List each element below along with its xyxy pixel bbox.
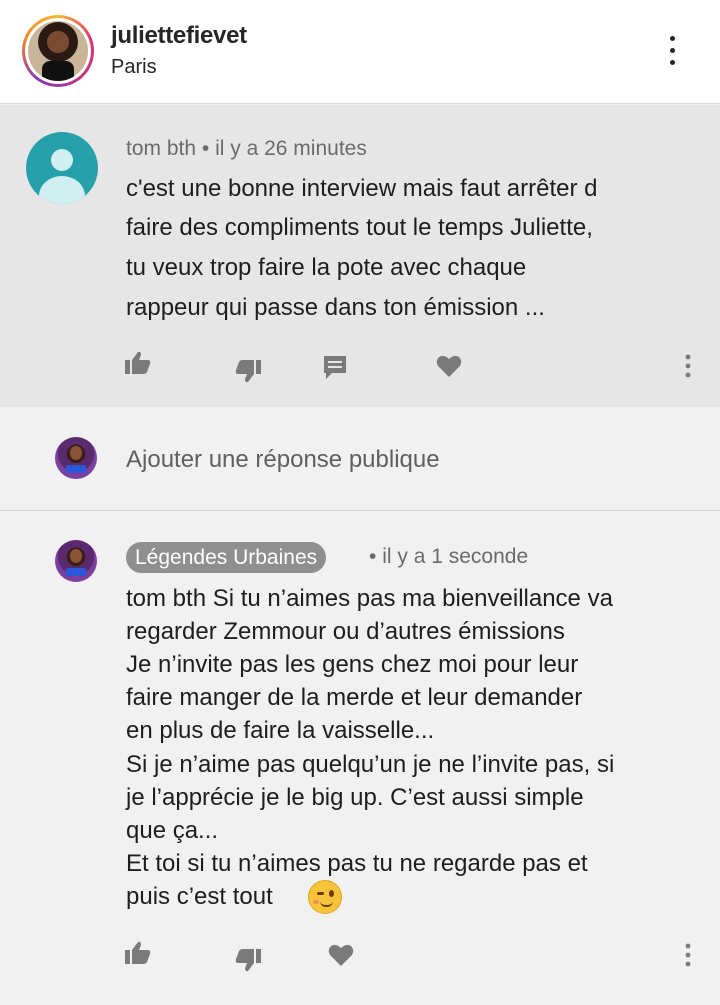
winking-face-emoji — [308, 880, 342, 914]
reply-text-line: tom bth Si tu n’aimes pas ma bienveillan… — [126, 585, 613, 612]
reply-text-line: Je n’invite pas les gens chez moi pour l… — [126, 651, 579, 678]
meta-separator: • — [369, 545, 377, 568]
profile-avatar — [28, 21, 88, 81]
reply-text-line: que ça... — [126, 817, 219, 844]
reply-text-line: je l’apprécie je le big up. C’est aussi … — [126, 784, 584, 811]
profile-username[interactable]: juliettefievet — [111, 22, 247, 50]
reply-time: il y a 1 seconde — [382, 545, 529, 568]
meta-separator: • — [201, 137, 210, 160]
reply-text-line: faire manger de la merde et leur demande… — [126, 684, 583, 711]
heart-icon[interactable] — [328, 943, 354, 967]
heart-icon[interactable] — [436, 354, 462, 378]
comment-text-line: faire des compliments tout le temps Juli… — [126, 214, 593, 241]
instagram-post-header: juliettefievet Paris — [0, 0, 720, 104]
more-options-icon[interactable] — [660, 30, 684, 70]
post-location[interactable]: Paris — [111, 56, 157, 79]
default-user-avatar-icon[interactable] — [26, 132, 98, 204]
vertical-ellipsis-icon[interactable] — [684, 354, 692, 378]
reply-text-line: Si je n’aime pas quelqu’un je ne l’invit… — [126, 751, 615, 778]
reply-meta: • il y a 1 seconde — [369, 545, 528, 569]
comment-text-line: c'est une bonne interview mais faut arrê… — [126, 175, 598, 202]
thumbs-up-icon[interactable] — [124, 350, 152, 376]
comment-text-line: rappeur qui passe dans ton émission ... — [126, 294, 545, 321]
reply-text-line: en plus de faire la vaisselle... — [126, 717, 435, 744]
add-public-reply-input[interactable]: Ajouter une réponse publique — [126, 446, 440, 474]
reply-author-avatar[interactable] — [55, 540, 97, 582]
comment-meta: tom bth • il y a 26 minutes — [126, 137, 367, 161]
reply-text-line: regarder Zemmour ou d’autres émissions — [126, 618, 565, 645]
comment-time: il y a 26 minutes — [215, 137, 367, 160]
reply-text-line: Et toi si tu n’aimes pas tu ne regarde p… — [126, 850, 588, 877]
reply-icon[interactable] — [322, 354, 348, 380]
story-avatar-ring[interactable] — [22, 15, 94, 87]
reply-text-line: puis c’est tout — [126, 883, 273, 910]
channel-owner-badge[interactable]: Légendes Urbaines — [126, 542, 327, 573]
thumbs-down-icon[interactable] — [234, 358, 262, 384]
comment-text-line: tu veux trop faire la pote avec chaque — [126, 254, 527, 281]
vertical-ellipsis-icon[interactable] — [684, 943, 692, 967]
current-user-avatar — [55, 437, 97, 479]
thumbs-up-icon[interactable] — [124, 940, 152, 966]
comment-author[interactable]: tom bth — [126, 137, 196, 160]
thumbs-down-icon[interactable] — [234, 947, 262, 973]
